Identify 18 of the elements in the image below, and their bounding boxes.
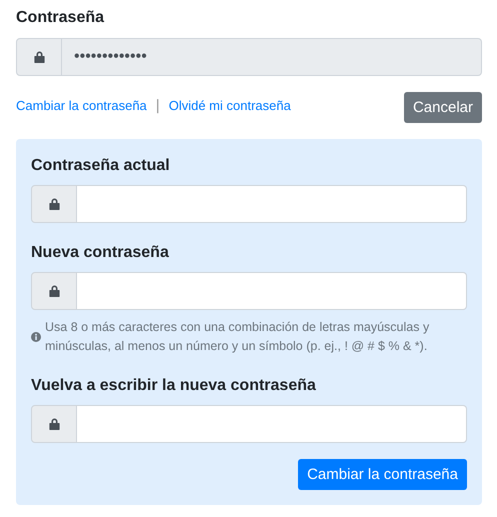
field-label: Contraseña actual [31, 156, 171, 176]
forgot-password-link[interactable]: Olvidé mi contraseña [168, 98, 291, 113]
field-label: Nueva contraseña [31, 243, 170, 263]
lock-icon [48, 198, 60, 210]
lock-icon [48, 285, 60, 297]
lock-icon [34, 51, 44, 63]
info-icon [31, 332, 41, 342]
separator: | [156, 97, 160, 114]
lock-icon [48, 418, 60, 430]
change-password-button[interactable]: Cambiar la contraseña [298, 459, 467, 490]
hint-text: Usa 8 o más caracteres con una combinación de letras mayúsculas y minúsculas, al menos un número y un símbolo (p. ej., ! @ # $ % & *). [45, 319, 430, 355]
password-field[interactable] [77, 405, 467, 443]
password-field[interactable] [77, 185, 467, 223]
change-password-link[interactable]: Cambiar la contraseña [16, 98, 147, 113]
field-label: Vuelva a escribir la nueva contraseña [31, 376, 317, 396]
password-field[interactable] [77, 272, 467, 310]
section-title: Contraseña [16, 8, 106, 28]
cancel-button[interactable]: Cancelar [404, 92, 482, 123]
